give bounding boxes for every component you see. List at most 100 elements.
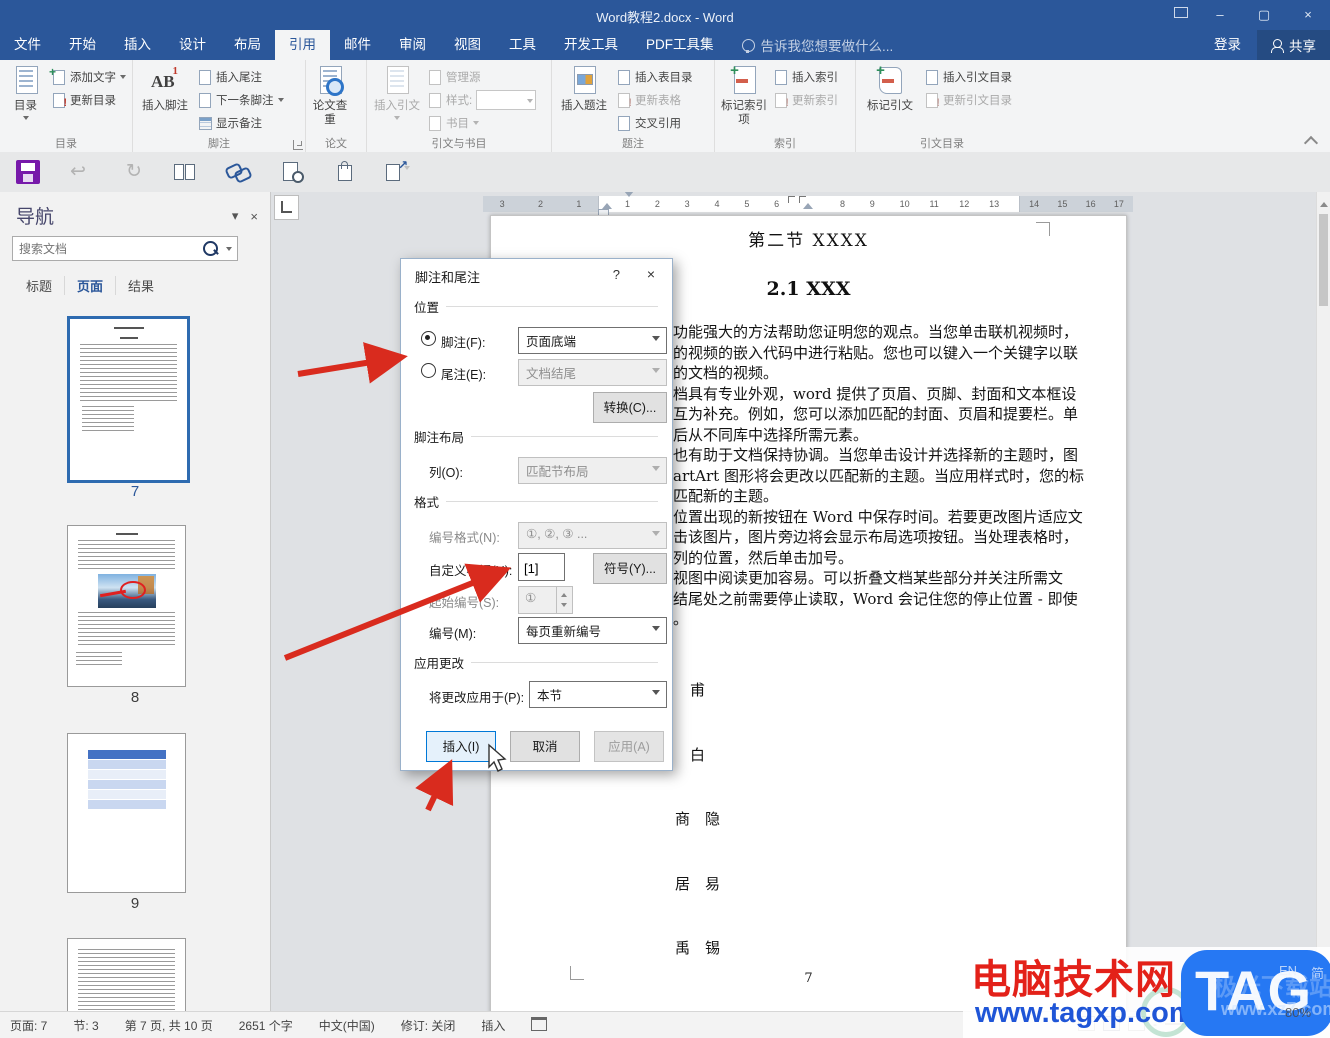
collapse-ribbon-icon[interactable] <box>1303 135 1319 151</box>
tab-insert[interactable]: 插入 <box>110 30 165 60</box>
insert-citation-button[interactable]: 插入引文 <box>373 65 421 136</box>
next-footnote-button[interactable]: 下一条脚注 <box>197 90 284 109</box>
insert-table-of-authorities-button[interactable]: 插入引文目录 <box>924 67 1012 86</box>
nav-tab-pages[interactable]: 页面 <box>65 276 117 295</box>
spinner-buttons[interactable] <box>556 587 572 613</box>
footnote-radio[interactable] <box>421 331 436 346</box>
update-toc-button[interactable]: ! 更新目录 <box>51 90 126 109</box>
status-language[interactable]: 中文(中国) <box>319 1017 375 1034</box>
sign-in-button[interactable]: 登录 <box>1198 30 1257 60</box>
maximize-button[interactable]: ▢ <box>1242 0 1286 30</box>
redo-icon[interactable]: ↻ <box>122 160 146 184</box>
close-button[interactable]: × <box>1286 0 1330 30</box>
proofing-icon[interactable] <box>531 1017 548 1031</box>
add-text-button[interactable]: + 添加文字 <box>49 65 126 86</box>
insert-table-of-figures-button[interactable]: 插入表目录 <box>616 67 693 86</box>
insert-endnote-button[interactable]: 插入尾注 <box>197 67 284 86</box>
status-insert-mode[interactable]: 插入 <box>481 1017 505 1034</box>
save-icon[interactable] <box>16 160 40 184</box>
apply-to-dropdown[interactable]: 本节 <box>529 681 667 708</box>
tab-developer[interactable]: 开发工具 <box>550 30 632 60</box>
toolbar-overflow-icon[interactable] <box>404 166 410 190</box>
show-notes-button[interactable]: 显示备注 <box>197 113 284 132</box>
insert-footnote-button[interactable]: AB 1 插入脚注 <box>139 65 191 136</box>
custom-mark-input[interactable] <box>518 553 565 581</box>
footnote-dialog-launcher-icon[interactable] <box>293 140 303 150</box>
ribbon-display-options-icon[interactable] <box>1164 0 1198 30</box>
style-combo[interactable]: 样式: <box>427 89 537 110</box>
insert-caption-button[interactable]: 插入题注 <box>558 65 610 136</box>
side-by-side-icon[interactable] <box>172 160 196 184</box>
mark-citation-button[interactable]: + 标记引文 <box>862 63 918 136</box>
chevron-down-icon <box>652 690 660 699</box>
undo-icon[interactable]: ↩ <box>66 160 90 184</box>
apply-button[interactable]: 应用(A) <box>594 731 664 762</box>
page-thumbnail-9[interactable] <box>67 733 186 893</box>
update-index-button[interactable]: ! 更新索引 <box>773 90 838 109</box>
search-box[interactable] <box>12 236 238 261</box>
insert-button[interactable]: 插入(I) <box>426 731 496 762</box>
page-thumbnail-10[interactable] <box>67 938 186 1012</box>
nav-tab-results[interactable]: 结果 <box>116 276 166 295</box>
status-section[interactable]: 节: 3 <box>73 1017 98 1034</box>
numbering-dropdown[interactable]: 每页重新编号 <box>518 617 667 644</box>
share-button[interactable]: 共享 <box>1257 30 1330 60</box>
symbol-button[interactable]: 符号(Y)... <box>593 553 667 584</box>
tab-pdf-tools[interactable]: PDF工具集 <box>632 30 728 60</box>
tab-file[interactable]: 文件 <box>0 30 55 60</box>
tab-home[interactable]: 开始 <box>55 30 110 60</box>
update-table-icon: ! <box>616 92 632 109</box>
print-preview-icon[interactable] <box>280 160 304 184</box>
paper-check-button[interactable]: 论文查重 <box>312 65 348 136</box>
manage-sources-button[interactable]: 管理源 <box>427 67 536 86</box>
tab-mailings[interactable]: 邮件 <box>330 30 385 60</box>
help-icon[interactable]: ? <box>613 267 620 282</box>
update-table-of-authorities-button[interactable]: ! 更新引文目录 <box>924 90 1012 109</box>
status-track-changes[interactable]: 修订: 关闭 <box>401 1017 456 1034</box>
tab-view[interactable]: 视图 <box>440 30 495 60</box>
tab-tools[interactable]: 工具 <box>495 30 550 60</box>
mark-entry-button[interactable]: + 标记索引项 <box>721 63 767 136</box>
status-page-count[interactable]: 第 7 页, 共 10 页 <box>125 1017 213 1034</box>
nav-tab-headings[interactable]: 标题 <box>14 276 66 295</box>
columns-dropdown[interactable]: 匹配节布局 <box>518 457 667 484</box>
attachment-icon[interactable] <box>333 160 357 184</box>
tab-references[interactable]: 引用 <box>275 30 330 60</box>
scrollbar-thumb[interactable] <box>1319 214 1328 306</box>
endnote-position-dropdown[interactable]: 文档结尾 <box>518 359 667 386</box>
tab-selector[interactable] <box>274 195 299 220</box>
tab-layout[interactable]: 布局 <box>220 30 275 60</box>
first-line-indent-marker[interactable] <box>624 192 634 202</box>
dialog-close-icon[interactable]: × <box>647 266 655 282</box>
nav-options-caret-icon[interactable]: ▾ <box>232 208 239 224</box>
bibliography-button[interactable]: 书目 <box>427 113 536 132</box>
search-icon[interactable] <box>203 241 218 256</box>
start-at-spinner[interactable]: ① <box>518 586 573 614</box>
cross-reference-button[interactable]: 交叉引用 <box>616 113 693 132</box>
tab-design[interactable]: 设计 <box>165 30 220 60</box>
number-format-dropdown[interactable]: ①, ②, ③ ... <box>518 522 667 549</box>
tab-review[interactable]: 审阅 <box>385 30 440 60</box>
page-thumbnail-7[interactable] <box>67 316 190 483</box>
search-caret-icon[interactable] <box>226 246 232 254</box>
style-dropdown[interactable] <box>476 89 537 110</box>
status-word-count[interactable]: 2651 个字 <box>239 1017 293 1034</box>
search-input[interactable] <box>13 241 203 256</box>
word-window: Word教程2.docx - Word – ▢ × 文件 开始 插入 设计 布局… <box>0 0 1330 1038</box>
cancel-button[interactable]: 取消 <box>510 731 580 762</box>
hanging-indent-marker[interactable] <box>602 198 612 209</box>
insert-index-button[interactable]: 插入索引 <box>773 67 838 86</box>
toc-button[interactable]: 目录 <box>6 65 45 136</box>
convert-button[interactable]: 转换(C)... <box>593 392 667 423</box>
vertical-scrollbar[interactable] <box>1316 192 1330 1012</box>
endnote-radio[interactable] <box>421 363 436 378</box>
tell-me-box[interactable]: 告诉我您想要做什么... <box>741 30 893 60</box>
page-thumbnail-8[interactable] <box>67 525 186 687</box>
scroll-up-icon[interactable] <box>1320 198 1328 207</box>
update-table-button[interactable]: ! 更新表格 <box>616 90 693 109</box>
minimize-button[interactable]: – <box>1198 0 1242 30</box>
status-page[interactable]: 页面: 7 <box>10 1017 47 1034</box>
hyperlink-icon[interactable] <box>226 160 250 184</box>
footnote-position-dropdown[interactable]: 页面底端 <box>518 327 667 354</box>
nav-close-icon[interactable]: × <box>250 209 258 224</box>
